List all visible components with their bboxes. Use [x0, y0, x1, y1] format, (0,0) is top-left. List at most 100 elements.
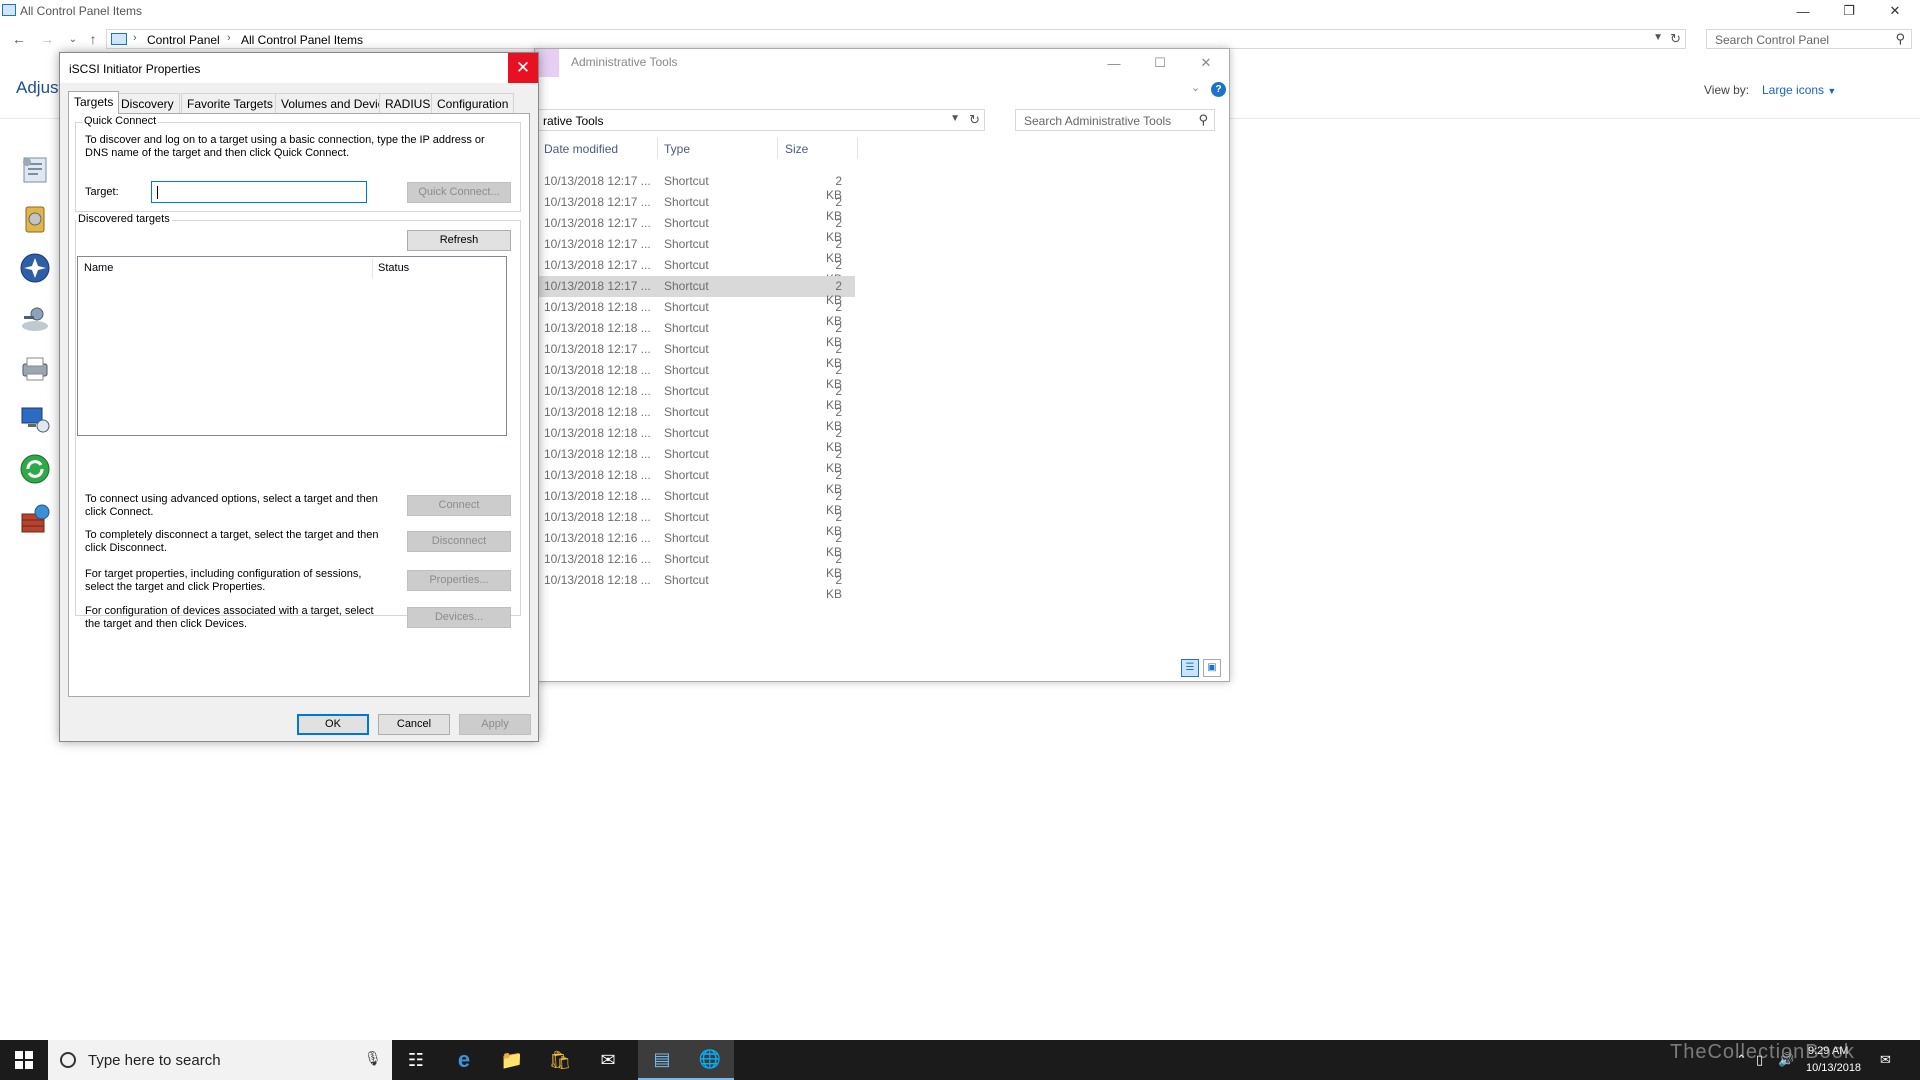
close-icon[interactable]: ✕	[1183, 49, 1229, 77]
file-row[interactable]: 10/13/2018 12:18 ... Shortcut 2 KB	[535, 486, 855, 517]
close-icon[interactable]: ✕	[1872, 0, 1918, 22]
file-row[interactable]: 10/13/2018 12:18 ... Shortcut 2 KB	[535, 444, 855, 475]
file-explorer-icon[interactable]: 📁	[488, 1040, 536, 1080]
restore-icon[interactable]: ❐	[1826, 0, 1872, 22]
store-icon[interactable]: 🛍	[536, 1040, 584, 1080]
cancel-button[interactable]: Cancel	[378, 714, 450, 735]
search-admin-tools-input[interactable]: Search Administrative Tools ⚲	[1015, 109, 1215, 131]
autoplay-icon[interactable]	[18, 202, 52, 236]
search-control-panel-input[interactable]: Search Control Panel ⚲	[1706, 29, 1912, 49]
column-divider[interactable]	[657, 137, 658, 159]
back-icon[interactable]: ←	[8, 28, 30, 50]
iscsi-initiator-taskbar-icon[interactable]: 🌐	[686, 1040, 734, 1080]
tab-radius[interactable]: RADIUS	[379, 93, 437, 113]
breadcrumb-all-items[interactable]: All Control Panel Items	[241, 33, 363, 47]
column-divider[interactable]	[777, 137, 778, 159]
action-center-icon[interactable]: ✉	[1880, 1052, 1891, 1068]
column-divider[interactable]	[857, 137, 858, 159]
large-icons-view-icon[interactable]: ▣	[1203, 659, 1221, 677]
details-view-icon[interactable]: ☰	[1181, 659, 1199, 677]
file-date-modified: 10/13/2018 12:17 ...	[544, 342, 651, 356]
maximize-icon[interactable]: ☐	[1137, 49, 1183, 77]
refresh-icon[interactable]: ↻	[1670, 31, 1681, 47]
file-type: Shortcut	[664, 342, 709, 356]
up-icon[interactable]: ↑	[82, 28, 104, 50]
column-header-type[interactable]: Type	[664, 142, 690, 156]
minimize-icon[interactable]: —	[1091, 49, 1137, 77]
file-row[interactable]: 10/13/2018 12:18 ... Shortcut 2 KB	[535, 570, 855, 601]
file-row[interactable]: 10/13/2018 12:16 ... Shortcut 2 KB	[535, 549, 855, 580]
address-field[interactable]: rative Tools ▼ ↻	[535, 109, 985, 131]
task-view-icon[interactable]: ☷	[392, 1040, 440, 1080]
tab-favorite-targets[interactable]: Favorite Targets	[181, 93, 279, 113]
credential-manager-icon[interactable]	[18, 302, 52, 336]
sync-center-icon[interactable]	[18, 452, 52, 486]
dialog-titlebar[interactable]: iSCSI Initiator Properties ✕	[60, 53, 538, 83]
start-button[interactable]	[0, 1040, 48, 1080]
tab-configuration[interactable]: Configuration	[431, 93, 515, 113]
file-type: Shortcut	[664, 216, 709, 230]
column-header-date[interactable]: Date modified	[544, 142, 618, 156]
firewall-icon[interactable]	[18, 502, 52, 536]
file-row[interactable]: 10/13/2018 12:18 ... Shortcut 2 KB	[535, 318, 855, 349]
file-row[interactable]: 10/13/2018 12:18 ... Shortcut 2 KB	[535, 402, 855, 433]
file-row[interactable]: 10/13/2018 12:17 ...Shortcut2 KB	[535, 213, 855, 244]
file-row[interactable]: 10/13/2018 12:17 ...Shortcut2 KB	[535, 339, 855, 370]
file-row[interactable]: 10/13/2018 12:17 ...Shortcut2 KB	[535, 171, 855, 202]
disconnect-button[interactable]: Disconnect	[407, 531, 511, 552]
file-date-modified: 10/13/2018 12:18 ...	[544, 447, 651, 461]
file-type: Shortcut	[664, 447, 709, 461]
address-field[interactable]: › Control Panel › All Control Panel Item…	[106, 29, 1686, 49]
device-printer-icon[interactable]	[18, 352, 52, 386]
file-row[interactable]: 10/13/2018 12:17 ...Shortcut2 KB	[535, 276, 855, 307]
file-row[interactable]: 10/13/2018 12:18 ... Shortcut 2 KB	[535, 297, 855, 328]
refresh-icon[interactable]: ↻	[969, 112, 980, 128]
search-icon[interactable]: ⚲	[1198, 112, 1208, 128]
column-header-name[interactable]: Name	[84, 262, 113, 274]
microphone-icon[interactable]: 🎙	[364, 1050, 382, 1067]
devices-button[interactable]: Devices...	[407, 607, 511, 628]
backup-restore-icon[interactable]	[18, 251, 52, 285]
expand-ribbon-icon[interactable]: ⌄	[1191, 81, 1200, 94]
mail-icon[interactable]: ✉	[584, 1040, 632, 1080]
quick-connect-button[interactable]: Quick Connect...	[407, 182, 511, 203]
refresh-button[interactable]: Refresh	[407, 230, 511, 251]
search-icon[interactable]: ⚲	[1895, 31, 1905, 47]
file-row[interactable]: 10/13/2018 12:17 ...Shortcut2 KB	[535, 192, 855, 223]
edge-browser-icon[interactable]: e	[440, 1040, 488, 1080]
file-row[interactable]: 10/13/2018 12:16 ... Shortcut 2 KB	[535, 528, 855, 559]
file-row[interactable]: 10/13/2018 12:17 ...Shortcut2 KB	[535, 255, 855, 286]
column-divider[interactable]	[372, 259, 373, 279]
control-panel-taskbar-icon[interactable]: ▤	[638, 1040, 686, 1080]
column-header-size[interactable]: Size	[785, 142, 808, 156]
group-label: Discovered targets	[76, 213, 172, 225]
view-by-dropdown[interactable]: Large icons ▼	[1762, 83, 1836, 97]
target-input[interactable]	[151, 181, 367, 203]
connect-button[interactable]: Connect	[407, 495, 511, 516]
ok-button[interactable]: OK	[297, 714, 369, 735]
file-row[interactable]: 10/13/2018 12:18 ... Shortcut 2 KB	[535, 360, 855, 391]
help-icon[interactable]: ?	[1211, 82, 1226, 97]
minimize-icon[interactable]: —	[1780, 0, 1826, 22]
file-row[interactable]: 10/13/2018 12:18 ... Shortcut 2 KB	[535, 423, 855, 454]
recent-locations-icon[interactable]: ⌄	[62, 28, 84, 50]
file-row[interactable]: 10/13/2018 12:18 ... Shortcut 2 KB	[535, 507, 855, 538]
apply-button[interactable]: Apply	[459, 714, 531, 735]
file-row[interactable]: 10/13/2018 12:17 ...Shortcut2 KB	[535, 234, 855, 265]
file-row[interactable]: 10/13/2018 12:18 ... Shortcut 2 KB	[535, 381, 855, 412]
breadcrumb-control-panel[interactable]: Control Panel	[147, 33, 220, 47]
properties-button[interactable]: Properties...	[407, 570, 511, 591]
discovered-targets-list[interactable]: Name Status	[77, 256, 507, 436]
file-row[interactable]: 10/13/2018 12:18 ... Shortcut 2 KB	[535, 465, 855, 496]
address-bar: ← → ⌄ ↑ › Control Panel › All Control Pa…	[0, 28, 1920, 50]
close-icon[interactable]: ✕	[508, 53, 538, 83]
administrative-tools-icon[interactable]	[18, 152, 52, 186]
tab-discovery[interactable]: Discovery	[115, 93, 180, 113]
display-network-icon[interactable]	[18, 402, 52, 436]
forward-icon[interactable]: →	[36, 28, 58, 50]
column-header-status[interactable]: Status	[378, 262, 409, 274]
tab-targets[interactable]: Targets	[68, 91, 120, 114]
chevron-down-icon[interactable]: ▼	[1653, 32, 1663, 43]
taskbar-search-box[interactable]: Type here to search 🎙	[48, 1040, 392, 1080]
chevron-down-icon[interactable]: ▼	[950, 113, 960, 124]
